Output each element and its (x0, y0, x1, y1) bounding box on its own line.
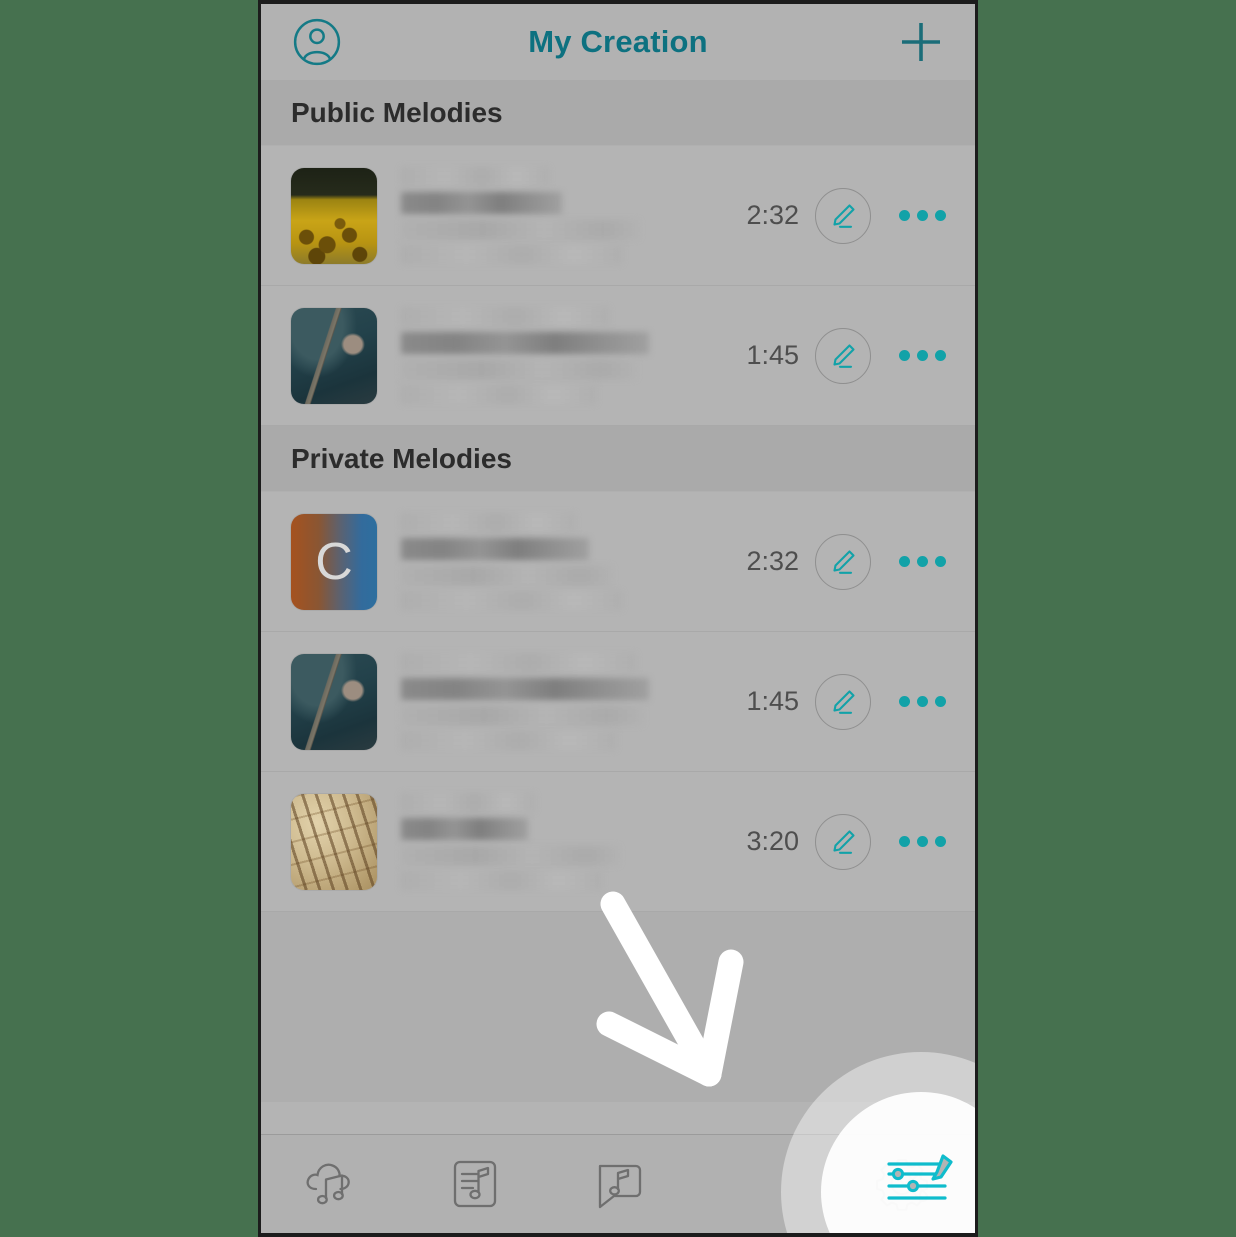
redacted-title-line (401, 192, 562, 214)
page-title: My Creation (528, 24, 708, 59)
tab-music-chat[interactable] (547, 1135, 690, 1233)
dot (934, 210, 946, 221)
redacted-text-line (401, 653, 636, 672)
dot (934, 350, 946, 361)
redacted-text-line (401, 871, 603, 890)
letter-gradient-avatar: C (291, 513, 377, 610)
pencil-edit-icon-svg (833, 549, 855, 574)
bottom-tab-bar (261, 1134, 975, 1233)
app-header: My Creation (261, 4, 975, 80)
redacted-text-line (401, 385, 596, 404)
redacted-text-line (401, 307, 609, 326)
table-row[interactable]: C 2:32 (261, 492, 975, 632)
redacted-title-line (401, 538, 589, 560)
dot (898, 210, 910, 221)
account-circle-icon-svg (293, 18, 341, 66)
more-options-icon[interactable] (893, 677, 951, 727)
pencil-edit-icon-svg (833, 343, 855, 368)
redacted-text-line (401, 360, 636, 379)
dot (934, 836, 946, 847)
dot (898, 350, 910, 361)
redacted-text-line (401, 513, 576, 532)
redacted-title-line (401, 332, 650, 354)
plus-icon-svg (902, 23, 940, 61)
section-header-private: Private Melodies (261, 426, 975, 492)
redacted-text-line (401, 731, 616, 750)
duration-label: 2:32 (746, 546, 799, 576)
music-chat-bubble-icon (598, 1164, 642, 1209)
more-options-icon[interactable] (893, 537, 951, 587)
redacted-text-line (401, 566, 613, 585)
redacted-text-line (401, 793, 536, 812)
tab-cloud-music[interactable] (261, 1135, 404, 1233)
table-row[interactable]: 2:32 (261, 146, 975, 286)
phone-screenshot-frame: My Creation Public Melodies 2:32 1:45 Pr… (258, 0, 978, 1237)
dot (934, 696, 946, 707)
pencil-edit-icon-svg (833, 689, 855, 714)
duration-label: 3:20 (746, 826, 799, 856)
dot (898, 556, 910, 567)
melody-title-redacted (377, 513, 746, 610)
melody-list: Public Melodies 2:32 1:45 Private Melodi… (261, 80, 975, 1134)
melody-title-redacted (377, 653, 746, 750)
guitar-player-photo (291, 653, 377, 750)
pencil-edit-icon-svg (833, 203, 855, 228)
redacted-text-line (401, 220, 640, 239)
cloud-music-icon (306, 1163, 351, 1205)
pencil-edit-icon-svg (833, 829, 855, 854)
sheet-music-library-icon (454, 1160, 497, 1208)
more-options-icon[interactable] (893, 817, 951, 867)
dot (916, 696, 928, 707)
plus-icon[interactable] (895, 16, 947, 68)
redacted-title-line (401, 678, 650, 700)
table-row[interactable]: 1:45 (261, 286, 975, 426)
sunflower-field-photo (291, 167, 377, 264)
pencil-edit-icon[interactable] (815, 673, 871, 730)
table-row[interactable]: 1:45 (261, 632, 975, 772)
account-circle-icon[interactable] (291, 16, 343, 68)
melody-title-redacted (377, 793, 746, 890)
dot (916, 350, 928, 361)
duration-label: 1:45 (746, 340, 799, 370)
melody-title-redacted (377, 307, 746, 404)
tab-mix-editor[interactable] (689, 1135, 832, 1233)
avatar-letter: C (315, 532, 353, 591)
app-screen: My Creation Public Melodies 2:32 1:45 Pr… (261, 4, 975, 1233)
redacted-text-line (401, 706, 643, 725)
table-row[interactable]: 3:20 (261, 772, 975, 912)
redacted-text-line (401, 245, 623, 264)
duration-label: 1:45 (746, 686, 799, 716)
dot (916, 556, 928, 567)
vintage-sheet-music-photo (291, 793, 377, 890)
pencil-edit-icon[interactable] (815, 187, 871, 244)
guitar-player-photo (291, 307, 377, 404)
settings-gear-wrench-icon (875, 1158, 928, 1211)
section-header-public: Public Melodies (261, 80, 975, 146)
redacted-title-line (401, 818, 529, 840)
redacted-text-line (401, 167, 549, 186)
pencil-edit-icon[interactable] (815, 813, 871, 870)
more-options-icon[interactable] (893, 191, 951, 241)
pencil-edit-icon[interactable] (815, 533, 871, 590)
tab-sheet-music-library[interactable] (404, 1135, 547, 1233)
melody-title-redacted (377, 167, 746, 264)
pencil-edit-icon[interactable] (815, 327, 871, 384)
dot (916, 836, 928, 847)
tab-settings[interactable] (832, 1135, 975, 1233)
duration-label: 2:32 (746, 200, 799, 230)
redacted-text-line (401, 846, 620, 865)
dot (916, 210, 928, 221)
list-empty-space (261, 912, 975, 1102)
redacted-text-line (401, 591, 623, 610)
dot (934, 556, 946, 567)
dot (898, 696, 910, 707)
dot (898, 836, 910, 847)
more-options-icon[interactable] (893, 331, 951, 381)
